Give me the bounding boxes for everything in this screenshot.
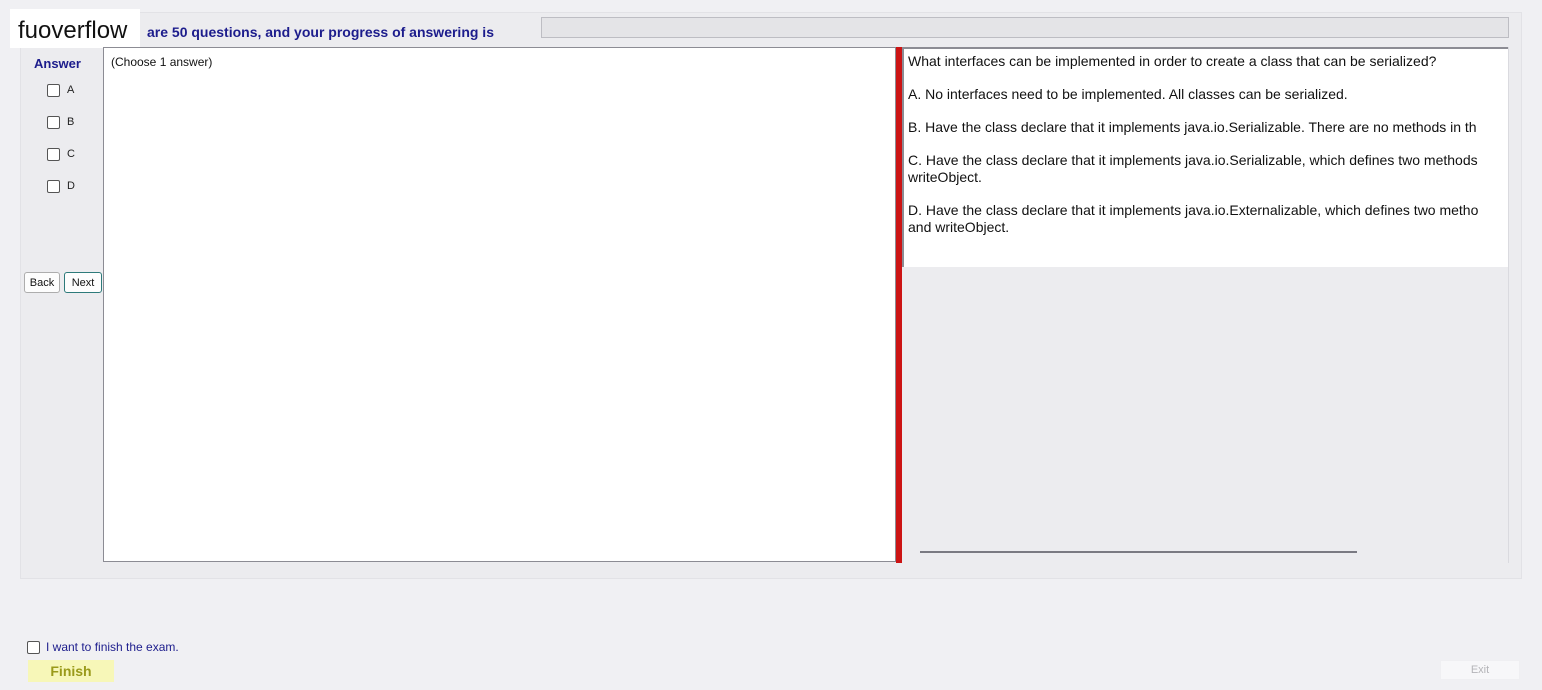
option-d-checkbox[interactable] (47, 179, 60, 193)
question-panel: What interfaces can be implemented in or… (902, 47, 1509, 563)
watermark-logo: fuoverflow (10, 9, 140, 48)
option-c[interactable]: C (47, 147, 75, 161)
option-d[interactable]: D (47, 179, 75, 193)
option-a[interactable]: A (47, 83, 74, 97)
choice-d-text: D. Have the class declare that it implem… (908, 202, 1479, 218)
back-button[interactable]: Back (24, 272, 60, 293)
choice-a-text: A. No interfaces need to be implemented.… (908, 86, 1348, 102)
finish-exam-checkbox[interactable] (27, 640, 40, 654)
choice-b-text: B. Have the class declare that it implem… (908, 119, 1477, 135)
answer-area[interactable]: (Choose 1 answer) (103, 47, 896, 562)
option-c-checkbox[interactable] (47, 147, 60, 161)
progress-bar (541, 17, 1509, 38)
option-b[interactable]: B (47, 115, 74, 129)
exit-button[interactable]: Exit (1440, 660, 1520, 680)
option-b-label: B (67, 116, 75, 128)
answer-heading: Answer (34, 56, 81, 71)
choice-c-text-cont: writeObject. (908, 169, 982, 185)
option-c-label: C (67, 148, 75, 160)
option-b-checkbox[interactable] (47, 115, 60, 129)
option-d-label: D (67, 180, 75, 192)
question-text: What interfaces can be implemented in or… (908, 53, 1437, 69)
option-a-label: A (67, 84, 75, 96)
choice-d-text-cont: and writeObject. (908, 219, 1010, 235)
option-a-checkbox[interactable] (47, 83, 60, 97)
finish-button[interactable]: Finish (28, 660, 114, 682)
horizontal-scrollbar[interactable] (920, 551, 1357, 553)
next-button[interactable]: Next (64, 272, 102, 293)
choose-instruction: (Choose 1 answer) (111, 55, 213, 69)
question-text-box: What interfaces can be implemented in or… (902, 47, 1508, 267)
progress-text: are 50 questions, and your progress of a… (147, 24, 494, 40)
choice-c-text: C. Have the class declare that it implem… (908, 152, 1478, 168)
finish-exam-toggle[interactable]: I want to finish the exam. (27, 640, 179, 654)
finish-exam-label: I want to finish the exam. (46, 640, 179, 654)
